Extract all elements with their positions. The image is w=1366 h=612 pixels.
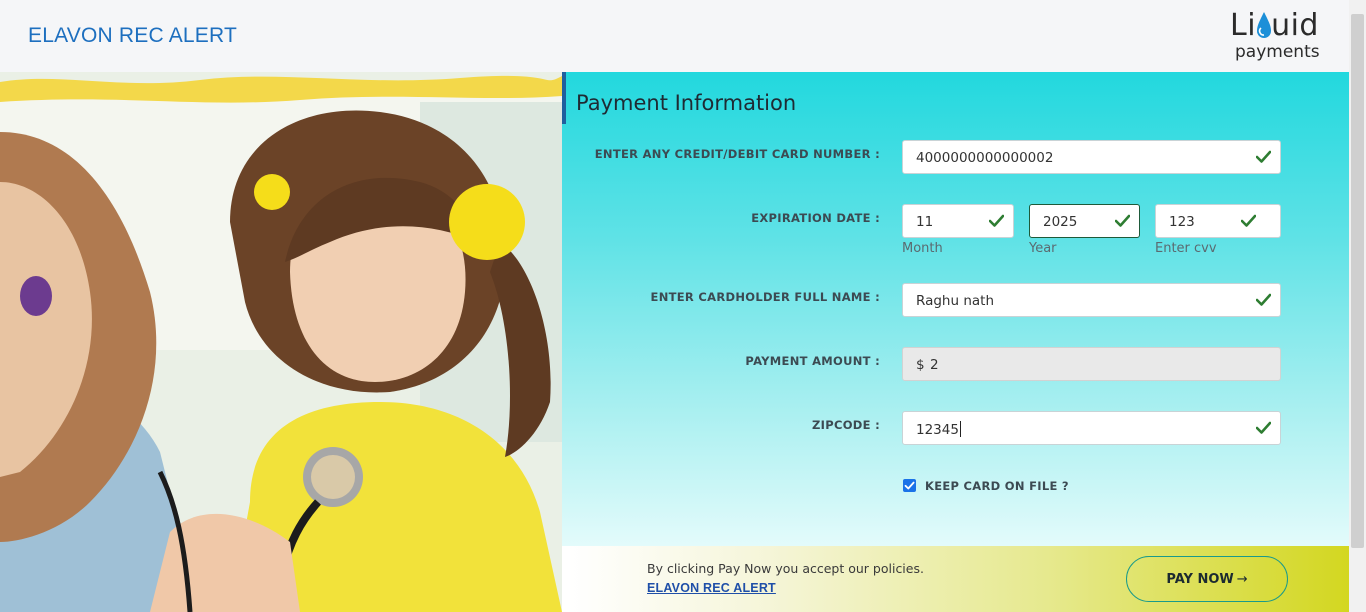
- logo-wordmark: Li uid: [1230, 8, 1319, 43]
- valid-check-icon: [1256, 293, 1271, 306]
- expiry-year-value: 2025: [1043, 214, 1078, 230]
- cvv-field[interactable]: 123: [1155, 204, 1281, 238]
- expiry-month-field[interactable]: 11: [902, 204, 1014, 238]
- panel-title: Payment Information: [576, 91, 797, 115]
- payment-panel: Payment Information ENTER ANY CREDIT/DEB…: [562, 72, 1349, 546]
- amount-currency: $: [916, 357, 925, 373]
- text-caret: [959, 421, 961, 437]
- logo-subtitle: payments: [1235, 42, 1320, 62]
- pay-now-button[interactable]: PAY NOW →: [1126, 556, 1288, 602]
- expiry-year-field[interactable]: 2025: [1029, 204, 1140, 238]
- keep-card-label[interactable]: KEEP CARD ON FILE ?: [925, 479, 1069, 493]
- cardholder-label: ENTER CARDHOLDER FULL NAME :: [650, 290, 880, 304]
- amount-value: 2: [930, 357, 939, 373]
- checkmark-icon: [904, 481, 915, 490]
- keep-card-checkbox[interactable]: [903, 479, 916, 492]
- valid-check-icon: [989, 214, 1004, 227]
- cvv-value: 123: [1169, 214, 1195, 230]
- pay-now-label: PAY NOW: [1166, 571, 1234, 587]
- amount-label: PAYMENT AMOUNT :: [745, 354, 880, 368]
- merchant-title: ELAVON REC ALERT: [28, 24, 237, 47]
- valid-check-icon: [1256, 421, 1271, 434]
- expiration-label: EXPIRATION DATE :: [751, 211, 880, 225]
- arrow-right-icon: →: [1236, 571, 1248, 587]
- zipcode-value: 12345: [916, 421, 961, 438]
- zipcode-label: ZIPCODE :: [812, 418, 880, 432]
- zipcode-field[interactable]: 12345: [902, 411, 1281, 445]
- cvv-sublabel: Enter cvv: [1155, 241, 1217, 256]
- child-with-stethoscope-image: [0, 72, 562, 612]
- cardholder-name-field[interactable]: Raghu nath: [902, 283, 1281, 317]
- scrollbar-thumb[interactable]: [1351, 14, 1364, 548]
- expiry-month-value: 11: [916, 214, 934, 230]
- valid-check-icon: [1115, 214, 1130, 227]
- card-number-label: ENTER ANY CREDIT/DEBIT CARD NUMBER :: [594, 147, 880, 161]
- app-header: ELAVON REC ALERT Li uid payments: [0, 0, 1366, 72]
- month-sublabel: Month: [902, 241, 943, 256]
- card-number-field[interactable]: 4000000000000002: [902, 140, 1281, 174]
- valid-check-icon: [1256, 150, 1271, 163]
- payment-amount-field: $ 2: [902, 347, 1281, 381]
- policy-text: By clicking Pay Now you accept our polic…: [647, 561, 924, 576]
- card-number-value: 4000000000000002: [916, 150, 1054, 166]
- valid-check-icon: [1241, 214, 1256, 227]
- hero-photo: [0, 72, 562, 612]
- panel-accent-bar: [562, 72, 566, 124]
- policy-link[interactable]: ELAVON REC ALERT: [647, 581, 776, 595]
- cardholder-name-value: Raghu nath: [916, 293, 995, 309]
- year-sublabel: Year: [1029, 241, 1057, 256]
- liquid-payments-logo: Li uid payments: [1226, 8, 1336, 66]
- water-drop-icon: [1257, 12, 1271, 38]
- payment-footer: By clicking Pay Now you accept our polic…: [569, 546, 1366, 612]
